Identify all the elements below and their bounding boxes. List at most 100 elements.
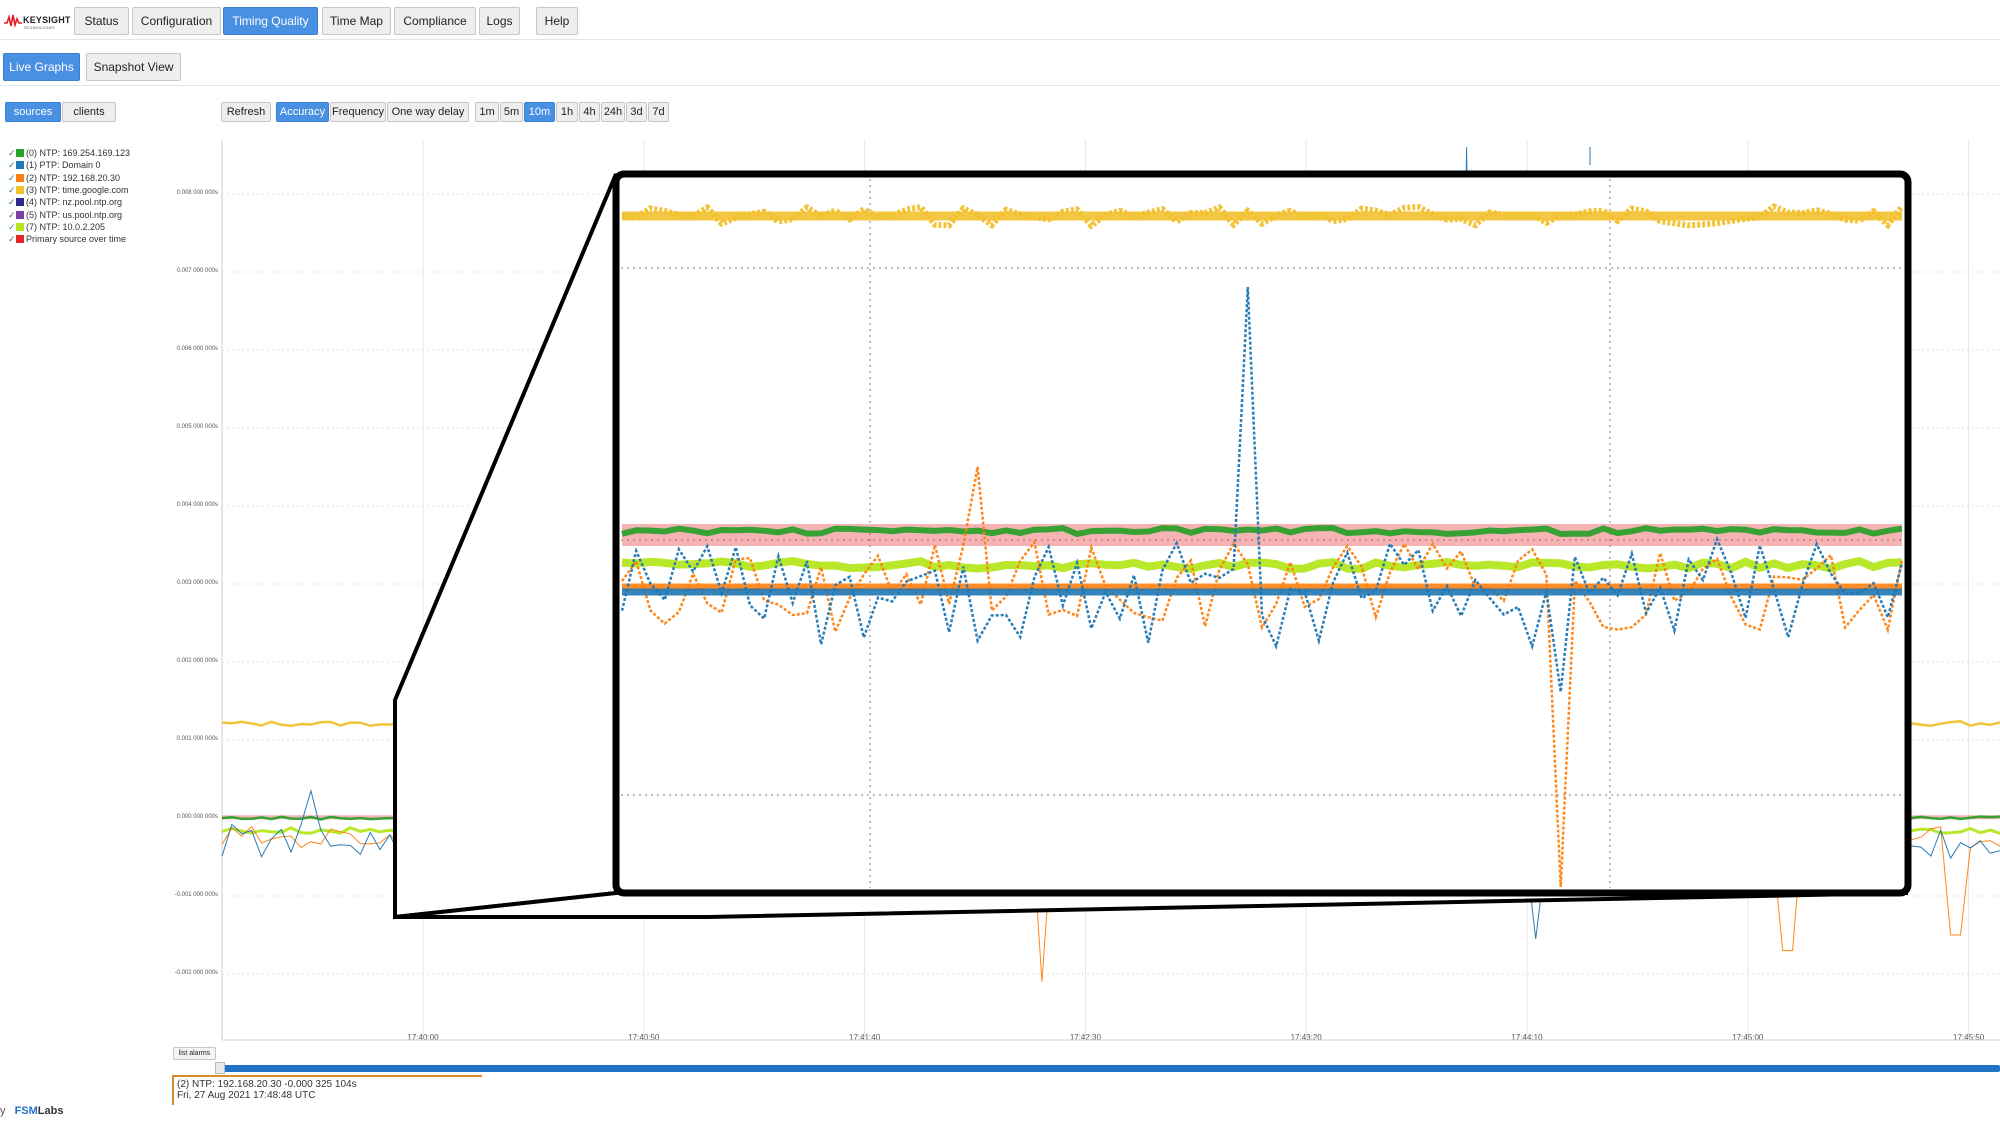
nav-compliance[interactable]: Compliance: [394, 7, 476, 35]
check-icon: ✓: [8, 172, 16, 183]
y-tick-label: 0.003 000 000s: [176, 580, 218, 586]
range-4h[interactable]: 4h: [579, 102, 600, 122]
check-icon: ✓: [8, 234, 16, 245]
zoom-panel: [612, 170, 1912, 897]
x-tick-label: 17:45:00: [1732, 1033, 1764, 1042]
legend-label: (2) NTP: 192.168.20.30: [26, 172, 121, 183]
legend-swatch: [16, 235, 24, 244]
footer-brand-b: Labs: [37, 1105, 64, 1117]
legend-label: (0) NTP: 169.254.169.123: [26, 148, 131, 158]
check-icon: ✓: [8, 221, 16, 232]
top-divider: [0, 39, 2000, 40]
toggle-clients[interactable]: clients: [62, 102, 116, 122]
nav-status[interactable]: Status: [74, 7, 129, 35]
y-tick-label: 0.006 000 000s: [176, 346, 218, 352]
y-tick-label: 0.007 000 000s: [176, 268, 218, 274]
legend-label: (7) NTP: 10.0.2.205: [26, 221, 106, 232]
range-24h[interactable]: 24h: [601, 102, 625, 122]
refresh-button[interactable]: Refresh: [221, 102, 271, 122]
x-tick-label: 17:40:50: [628, 1033, 660, 1042]
zoom-series-line: [621, 556, 1903, 573]
legend-label: (3) NTP: time.google.com: [26, 184, 129, 195]
hover-tooltip: (2) NTP: 192.168.20.30 -0.000 325 104s F…: [172, 1075, 482, 1105]
y-tick-label: 0.004 000 000s: [176, 502, 218, 508]
zoom-connector-bottom: [394, 891, 1909, 919]
legend-item[interactable]: ✓ (4) NTP: nz.pool.ntp.org: [8, 197, 122, 209]
tooltip-line-2: Fri, 27 Aug 2021 17:48:48 UTC: [177, 1090, 316, 1101]
range-5m[interactable]: 5m: [500, 102, 523, 122]
chart-grid: [221, 140, 2000, 1041]
legend-label: (5) NTP: us.pool.ntp.org: [26, 209, 123, 220]
zoom-series-line: [620, 286, 1904, 693]
zoom-callout: [393, 170, 1912, 920]
footer-brand-a: FSM: [14, 1105, 38, 1117]
mode-frequency[interactable]: Frequency: [330, 102, 386, 122]
legend-label: Primary source over time: [26, 234, 127, 245]
x-tick-label: 17:42:30: [1069, 1033, 1101, 1042]
zoom-connector-left: [393, 173, 618, 920]
brand-sub: TECHNOLOGIES: [23, 25, 55, 30]
mode-one-way-delay[interactable]: One way delay: [387, 102, 469, 122]
footer-brand: y FSMLabs: [0, 1105, 63, 1121]
tab-live-graphs[interactable]: Live Graphs: [3, 53, 80, 81]
series-line: [221, 815, 2000, 821]
legend-swatch: [16, 222, 24, 231]
legend-item[interactable]: ✓ (1) PTP: Domain 0: [8, 160, 101, 172]
y-tick-label: 0.001 000 000s: [176, 736, 218, 742]
subnav-divider: [0, 85, 2000, 86]
y-tick-label: -0.001 000 000s: [174, 892, 218, 898]
legend-label: (1) PTP: Domain 0: [26, 160, 101, 171]
accuracy-chart[interactable]: [0, 0, 2000, 1140]
x-tick-label: 17:45:50: [1953, 1033, 1985, 1042]
tab-snapshot-view[interactable]: Snapshot View: [86, 53, 181, 81]
list-alarms-button[interactable]: list alarms: [173, 1047, 216, 1060]
y-tick-label: 0.005 000 000s: [176, 424, 218, 430]
zoom-series-line: [621, 525, 1903, 538]
check-icon: ✓: [8, 160, 16, 171]
legend-swatch: [16, 198, 24, 207]
timeline-handle[interactable]: [215, 1062, 225, 1074]
legend-swatch: [16, 161, 24, 170]
series-line: [221, 147, 2000, 939]
nav-configuration[interactable]: Configuration: [132, 7, 221, 35]
nav-help[interactable]: Help: [536, 7, 578, 35]
toggle-sources[interactable]: sources: [5, 102, 61, 122]
x-tick-label: 17:41:40: [849, 1033, 881, 1042]
tooltip-line-1: (2) NTP: 192.168.20.30 -0.000 325 104s: [177, 1079, 357, 1090]
keysight-wave-icon: [4, 14, 22, 28]
nav-timing-quality[interactable]: Timing Quality: [223, 7, 318, 35]
zoom-series-line: [620, 466, 1904, 888]
brand-name: KEYSIGHT: [23, 15, 71, 25]
y-tick-label: 0.000 000 000s: [176, 814, 218, 820]
x-tick-label: 17:43:20: [1290, 1033, 1322, 1042]
range-1m[interactable]: 1m: [475, 102, 499, 122]
zoom-source-box: [393, 698, 710, 919]
legend-item[interactable]: ✓ (5) NTP: us.pool.ntp.org: [8, 210, 122, 222]
check-icon: ✓: [8, 184, 16, 195]
zoom-series-line: [621, 203, 1905, 230]
brand-logo: KEYSIGHT TECHNOLOGIES: [4, 14, 70, 32]
range-7d[interactable]: 7d: [648, 102, 669, 122]
legend-item[interactable]: ✓ (7) NTP: 10.0.2.205: [8, 222, 105, 234]
nav-time-map[interactable]: Time Map: [322, 7, 391, 35]
series-line: [221, 720, 2000, 728]
series-line: [221, 825, 2000, 836]
legend-item[interactable]: ✓ (3) NTP: time.google.com: [8, 185, 129, 197]
range-1h[interactable]: 1h: [556, 102, 578, 122]
legend-item[interactable]: ✓ (0) NTP: 169.254.169.123: [8, 148, 130, 160]
check-icon: ✓: [8, 197, 16, 208]
y-tick-label: 0.008 000 000s: [176, 190, 218, 196]
range-10m[interactable]: 10m: [524, 102, 555, 122]
mode-accuracy[interactable]: Accuracy: [276, 102, 329, 122]
range-3d[interactable]: 3d: [626, 102, 647, 122]
legend-label: (4) NTP: nz.pool.ntp.org: [26, 197, 123, 208]
legend-item[interactable]: ✓ Primary source over time: [8, 234, 126, 246]
nav-logs[interactable]: Logs: [479, 7, 520, 35]
legend-swatch: [16, 185, 24, 194]
legend-swatch: [16, 149, 24, 157]
check-icon: ✓: [8, 148, 16, 158]
legend-swatch: [16, 173, 24, 182]
legend-item[interactable]: ✓ (2) NTP: 192.168.20.30: [8, 173, 120, 185]
y-tick-label: 0.002 000 000s: [176, 658, 218, 664]
timeline-scrollbar[interactable]: [222, 1065, 2000, 1072]
